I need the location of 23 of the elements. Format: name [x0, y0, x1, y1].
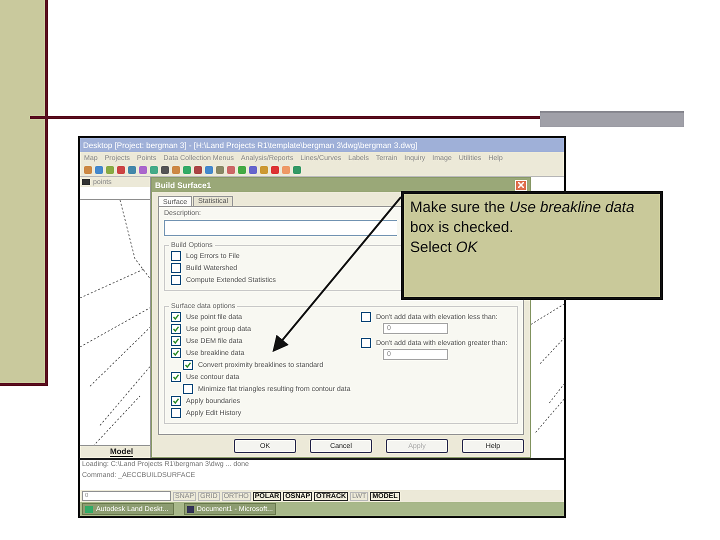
checkbox[interactable]	[361, 338, 371, 348]
close-button[interactable]	[515, 180, 527, 190]
checkbox[interactable]	[171, 251, 181, 261]
checkbox[interactable]	[171, 336, 181, 346]
checkbox[interactable]	[361, 312, 371, 322]
checkbox[interactable]	[183, 360, 193, 370]
checkbox[interactable]	[183, 384, 193, 394]
window-title: Desktop [Project: bergman 3] - [H:\Land Projects R1\template\bergman 3\dwg\bergman 3.dwg]	[80, 138, 564, 152]
checkbox[interactable]	[171, 263, 181, 273]
checkbox[interactable]	[171, 348, 181, 358]
checkbox[interactable]	[171, 275, 181, 285]
callout-text: Select OK	[410, 238, 479, 258]
app-icon	[85, 506, 93, 512]
checkbox[interactable]	[171, 312, 181, 322]
callout-text: Make sure the Use breakline data box is checked.	[410, 198, 636, 238]
description-field[interactable]	[164, 220, 397, 236]
close-icon	[518, 182, 524, 188]
checkbox[interactable]	[171, 372, 181, 382]
app-icon	[187, 506, 194, 512]
checkbox[interactable]	[171, 396, 181, 406]
checkbox[interactable]	[171, 324, 181, 334]
checkbox[interactable]	[171, 408, 181, 418]
dialog-title: Build Surface1	[155, 180, 212, 190]
